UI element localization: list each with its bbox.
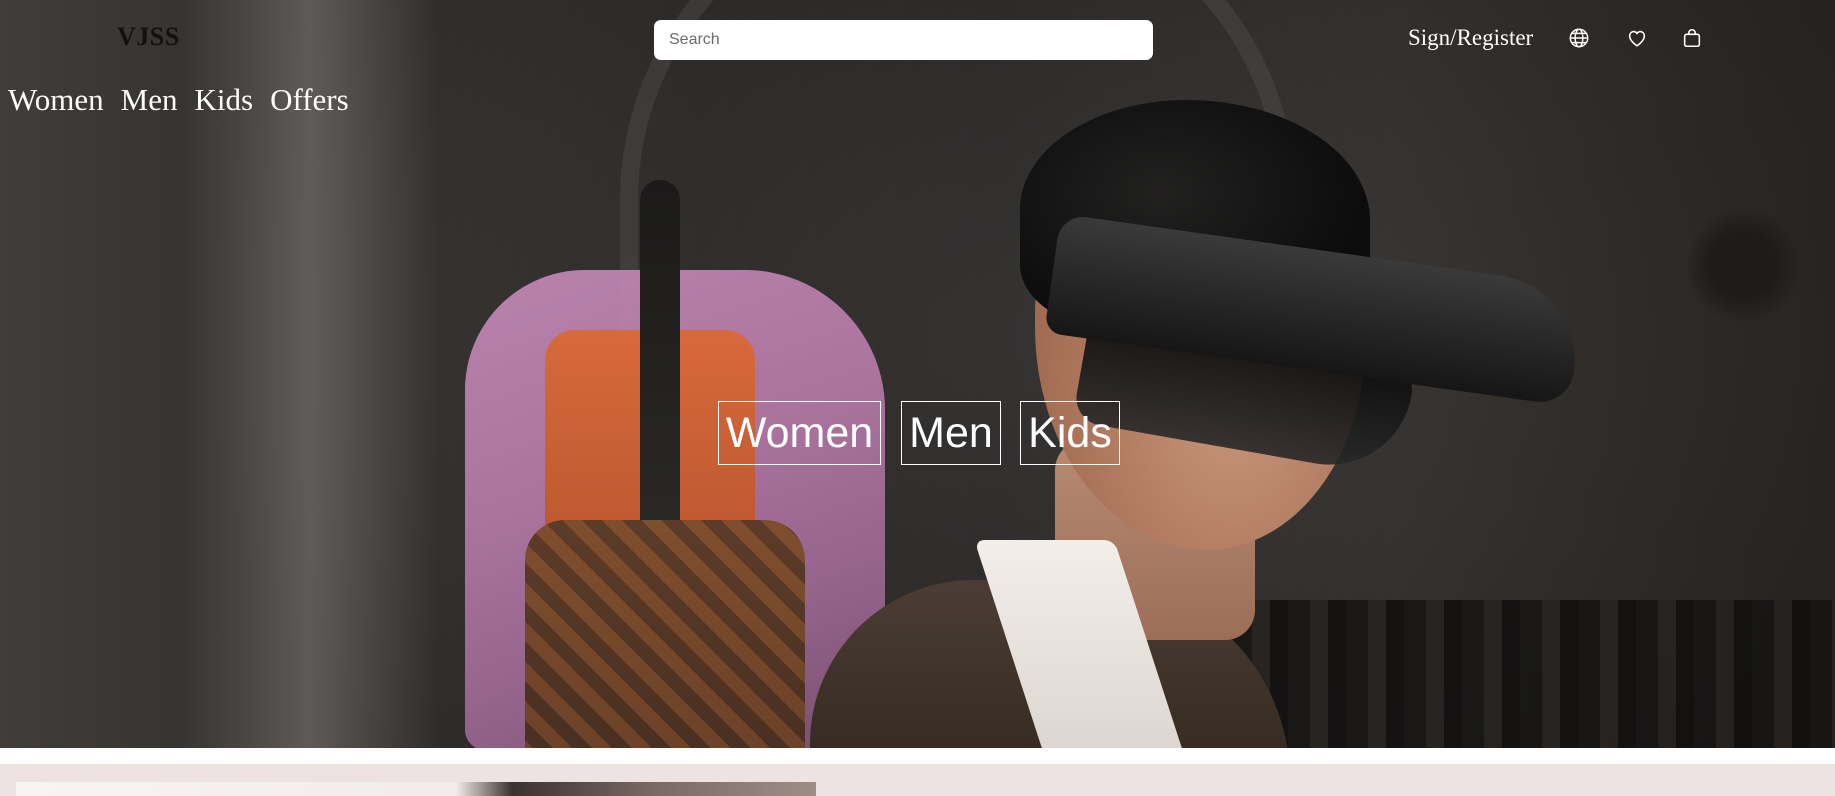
nav-item-men[interactable]: Men <box>121 82 178 118</box>
sign-register-link[interactable]: Sign/Register <box>1408 25 1533 51</box>
nav-item-kids[interactable]: Kids <box>194 82 253 118</box>
search-bar[interactable] <box>654 20 1153 60</box>
hero-tote-bag <box>525 520 805 748</box>
heart-icon[interactable] <box>1626 27 1648 49</box>
nav-item-women[interactable]: Women <box>8 82 104 118</box>
site-logo[interactable]: VJSS <box>117 22 180 52</box>
hero-category-kids[interactable]: Kids <box>1020 401 1120 465</box>
featured-section <box>0 764 1835 796</box>
shopping-bag-icon[interactable] <box>1681 27 1703 49</box>
globe-icon[interactable] <box>1568 27 1590 49</box>
search-input[interactable] <box>667 30 1140 50</box>
main-nav: Women Men Kids Offers <box>8 82 349 118</box>
featured-card-image[interactable] <box>16 782 816 796</box>
nav-item-offers[interactable]: Offers <box>270 82 349 118</box>
hero-category-women[interactable]: Women <box>718 401 881 465</box>
hero-category-men[interactable]: Men <box>901 401 1001 465</box>
hero-lamp <box>1688 205 1798 325</box>
hero-divider <box>0 748 1835 764</box>
